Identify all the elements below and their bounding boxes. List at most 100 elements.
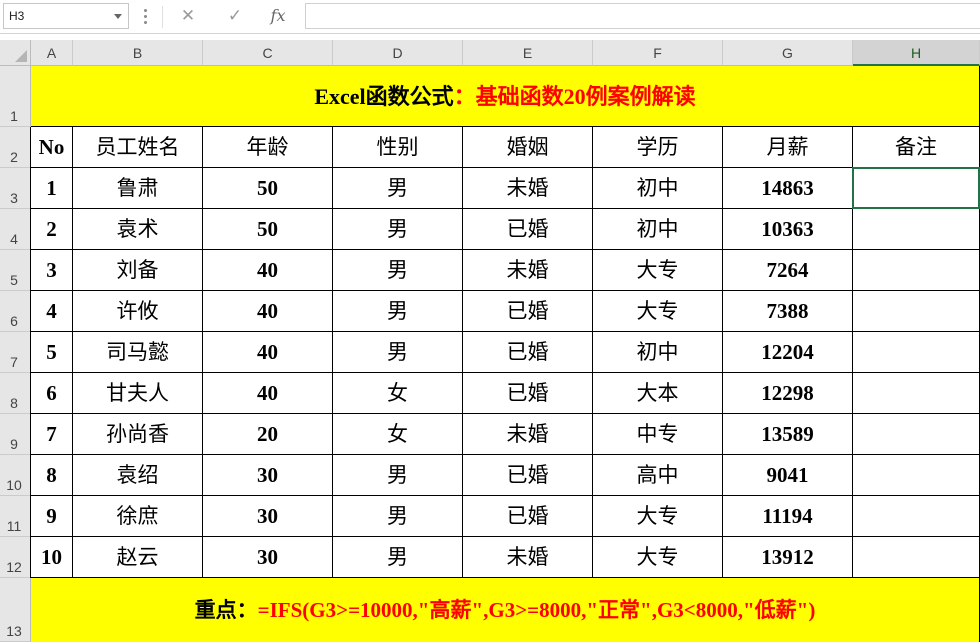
table-cell[interactable]: 12204	[723, 332, 853, 373]
note-cell[interactable]	[853, 537, 980, 578]
table-cell[interactable]: 鲁肃	[73, 168, 203, 209]
select-all-button[interactable]	[0, 40, 31, 66]
table-cell[interactable]: 男	[333, 537, 463, 578]
note-cell[interactable]	[853, 373, 980, 414]
row-header-7[interactable]: 7	[0, 332, 31, 373]
column-header-c[interactable]: C	[203, 40, 333, 66]
table-cell[interactable]: 孙尚香	[73, 414, 203, 455]
table-cell[interactable]: 男	[333, 209, 463, 250]
table-cell[interactable]: 已婚	[463, 496, 593, 537]
table-cell[interactable]: 1	[31, 168, 73, 209]
table-cell[interactable]: 男	[333, 496, 463, 537]
table-cell[interactable]: 40	[203, 250, 333, 291]
table-cell[interactable]: 14863	[723, 168, 853, 209]
table-cell[interactable]: 9041	[723, 455, 853, 496]
table-cell[interactable]: 已婚	[463, 373, 593, 414]
note-cell[interactable]	[853, 496, 980, 537]
insert-function-icon[interactable]: fx	[265, 4, 291, 28]
table-cell[interactable]: 男	[333, 168, 463, 209]
table-cell[interactable]: 40	[203, 373, 333, 414]
table-cell[interactable]: 已婚	[463, 291, 593, 332]
header-cell[interactable]: 月薪	[723, 127, 853, 168]
formula-input[interactable]	[305, 3, 980, 29]
name-box[interactable]: H3	[3, 3, 129, 29]
column-header-e[interactable]: E	[463, 40, 593, 66]
note-cell[interactable]	[853, 250, 980, 291]
table-cell[interactable]: 7388	[723, 291, 853, 332]
table-cell[interactable]: 袁术	[73, 209, 203, 250]
row-header-2[interactable]: 2	[0, 127, 31, 168]
formula-note-banner[interactable]: 重点：=IFS(G3>=10000,"高薪",G3>=8000,"正常",G3<…	[31, 578, 980, 642]
table-cell[interactable]: 未婚	[463, 250, 593, 291]
header-cell[interactable]: 备注	[853, 127, 980, 168]
table-cell[interactable]: 男	[333, 455, 463, 496]
row-header-3[interactable]: 3	[0, 168, 31, 209]
column-header-f[interactable]: F	[593, 40, 723, 66]
row-header-1[interactable]: 1	[0, 66, 31, 127]
table-cell[interactable]: 已婚	[463, 455, 593, 496]
column-header-g[interactable]: G	[723, 40, 853, 66]
note-cell[interactable]	[853, 332, 980, 373]
row-header-13[interactable]: 13	[0, 578, 31, 642]
table-cell[interactable]: 中专	[593, 414, 723, 455]
table-cell[interactable]: 大专	[593, 537, 723, 578]
table-cell[interactable]: 司马懿	[73, 332, 203, 373]
row-header-12[interactable]: 12	[0, 537, 31, 578]
drag-handle-icon[interactable]	[144, 9, 148, 25]
table-cell[interactable]: 袁绍	[73, 455, 203, 496]
table-cell[interactable]: 已婚	[463, 209, 593, 250]
table-cell[interactable]: 7	[31, 414, 73, 455]
table-cell[interactable]: 4	[31, 291, 73, 332]
table-cell[interactable]: 大专	[593, 291, 723, 332]
table-cell[interactable]: 50	[203, 209, 333, 250]
table-cell[interactable]: 男	[333, 250, 463, 291]
table-cell[interactable]: 40	[203, 291, 333, 332]
cancel-icon[interactable]: ✕	[175, 4, 201, 28]
row-header-9[interactable]: 9	[0, 414, 31, 455]
table-cell[interactable]: 甘夫人	[73, 373, 203, 414]
table-cell[interactable]: 13589	[723, 414, 853, 455]
row-header-10[interactable]: 10	[0, 455, 31, 496]
table-cell[interactable]: 男	[333, 291, 463, 332]
table-cell[interactable]: 大专	[593, 496, 723, 537]
table-cell[interactable]: 50	[203, 168, 333, 209]
table-cell[interactable]: 未婚	[463, 537, 593, 578]
table-cell[interactable]: 初中	[593, 209, 723, 250]
column-header-h[interactable]: H	[853, 40, 980, 66]
note-cell[interactable]	[853, 291, 980, 332]
table-cell[interactable]: 初中	[593, 168, 723, 209]
table-cell[interactable]: 大本	[593, 373, 723, 414]
table-cell[interactable]: 赵云	[73, 537, 203, 578]
column-header-d[interactable]: D	[333, 40, 463, 66]
enter-icon[interactable]: ✓	[222, 4, 248, 28]
column-header-a[interactable]: A	[31, 40, 73, 66]
table-cell[interactable]: 高中	[593, 455, 723, 496]
table-cell[interactable]: 9	[31, 496, 73, 537]
table-cell[interactable]: 30	[203, 496, 333, 537]
table-cell[interactable]: 30	[203, 537, 333, 578]
table-cell[interactable]: 12298	[723, 373, 853, 414]
row-header-4[interactable]: 4	[0, 209, 31, 250]
header-cell[interactable]: No	[31, 127, 73, 168]
header-cell[interactable]: 年龄	[203, 127, 333, 168]
note-cell[interactable]	[853, 209, 980, 250]
title-banner[interactable]: Excel函数公式：基础函数20例案例解读	[31, 66, 980, 127]
note-cell[interactable]	[853, 455, 980, 496]
table-cell[interactable]: 13912	[723, 537, 853, 578]
table-cell[interactable]: 大专	[593, 250, 723, 291]
column-header-b[interactable]: B	[73, 40, 203, 66]
row-header-5[interactable]: 5	[0, 250, 31, 291]
table-cell[interactable]: 40	[203, 332, 333, 373]
row-header-8[interactable]: 8	[0, 373, 31, 414]
chevron-down-icon[interactable]	[114, 14, 122, 19]
table-cell[interactable]: 20	[203, 414, 333, 455]
table-cell[interactable]: 5	[31, 332, 73, 373]
table-cell[interactable]: 女	[333, 373, 463, 414]
header-cell[interactable]: 学历	[593, 127, 723, 168]
note-cell[interactable]	[853, 168, 980, 209]
table-cell[interactable]: 未婚	[463, 414, 593, 455]
table-cell[interactable]: 徐庶	[73, 496, 203, 537]
row-header-6[interactable]: 6	[0, 291, 31, 332]
table-cell[interactable]: 2	[31, 209, 73, 250]
table-cell[interactable]: 刘备	[73, 250, 203, 291]
